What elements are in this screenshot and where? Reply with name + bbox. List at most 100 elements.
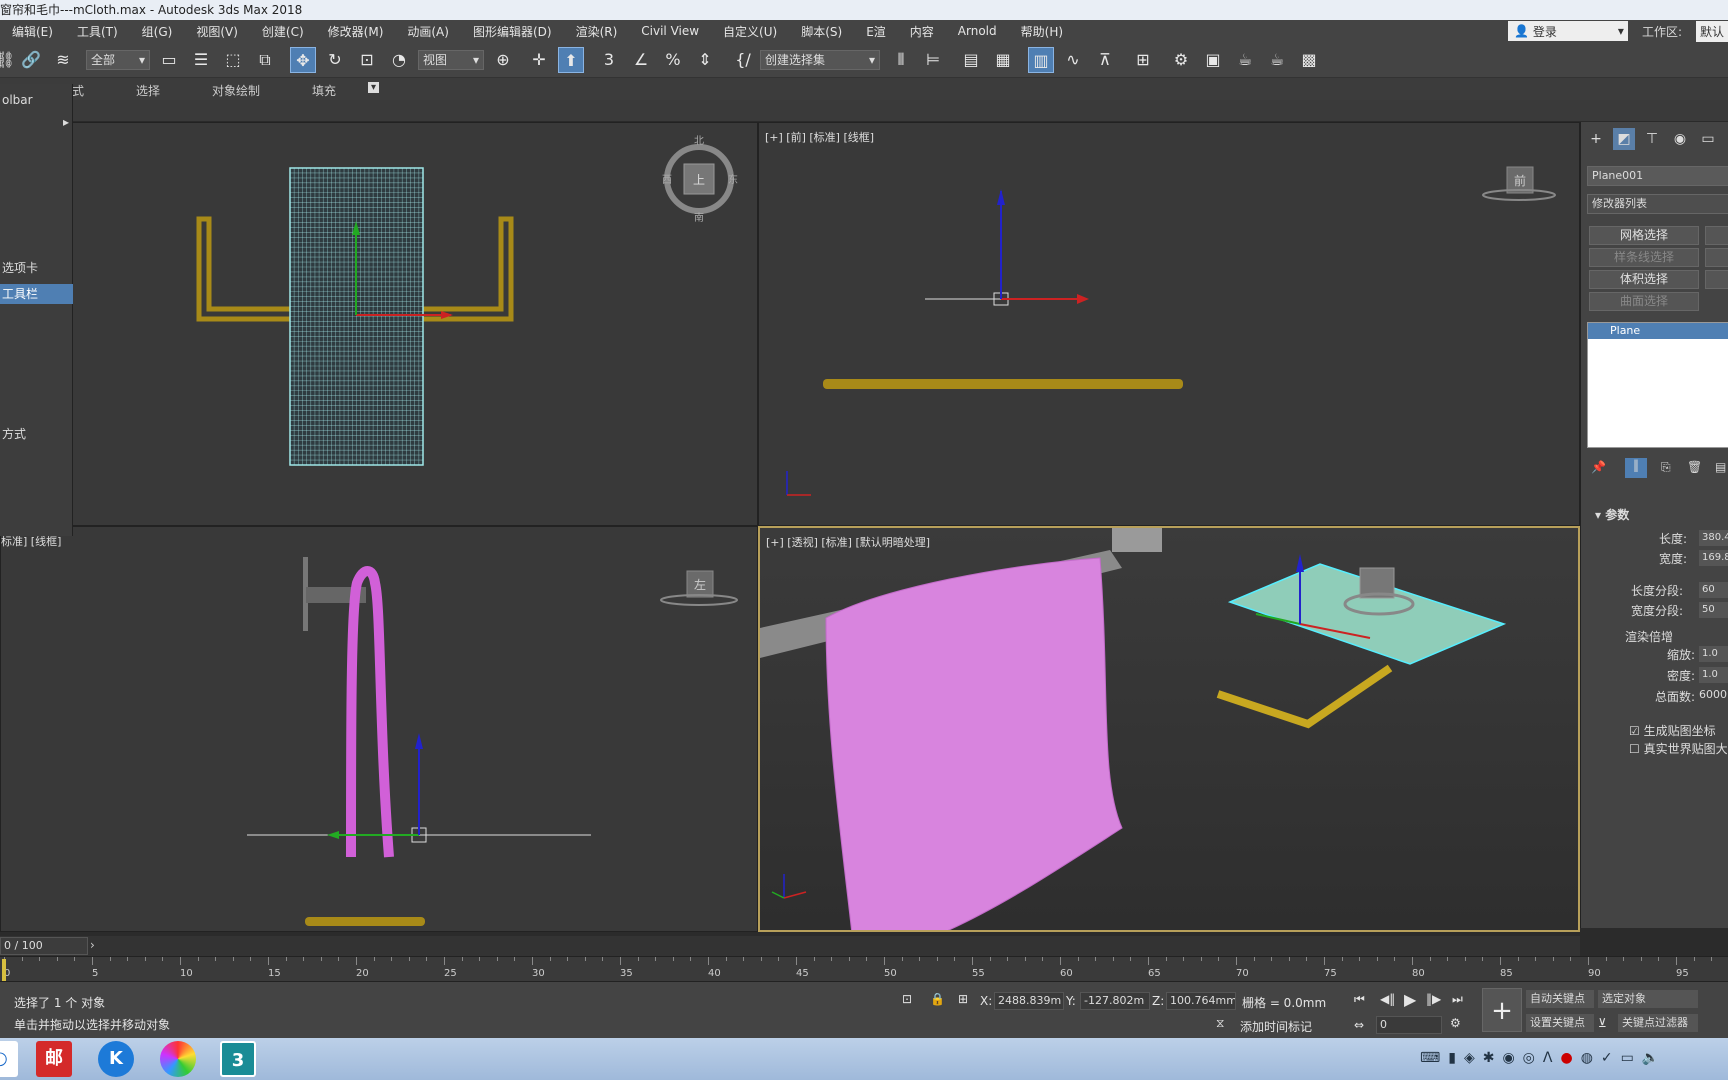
menu-arnold[interactable]: Arnold bbox=[946, 24, 1009, 38]
time-slider[interactable]: 0 / 100 bbox=[0, 937, 88, 955]
window-crossing-icon[interactable]: ⧉ bbox=[252, 47, 278, 73]
next-frame-icon[interactable]: ‖▶ bbox=[1426, 992, 1441, 1006]
menu-animation[interactable]: 动画(A) bbox=[395, 23, 461, 40]
key-mode-icon[interactable]: ⇔ bbox=[1354, 1018, 1364, 1032]
workspace-value[interactable]: 默认 bbox=[1695, 20, 1728, 42]
ribbon-tab-selection[interactable]: 选择 bbox=[136, 82, 160, 99]
percent-snap-icon[interactable]: % bbox=[660, 47, 686, 73]
render-production-icon[interactable]: ☕ bbox=[1232, 47, 1258, 73]
render-iterative-icon[interactable]: ☕ bbox=[1264, 47, 1290, 73]
set-key-mode-button[interactable]: 设置关键点 bbox=[1526, 1014, 1594, 1032]
scene-explorer-icon[interactable]: ▤ bbox=[958, 47, 984, 73]
ribbon-tab-object-paint[interactable]: 对象绘制 bbox=[212, 82, 260, 99]
selected-object-dropdown[interactable]: 选定对象 bbox=[1598, 990, 1698, 1008]
select-object-icon[interactable]: ▭ bbox=[156, 47, 182, 73]
time-tag-icon[interactable]: ⧖ bbox=[1216, 1016, 1224, 1031]
menu-item-tabs[interactable]: 选项卡 bbox=[0, 258, 73, 278]
login-dropdown[interactable]: 👤 登录 ▾ bbox=[1507, 21, 1628, 41]
tray-app-5-icon[interactable]: ◍ bbox=[1581, 1050, 1593, 1070]
isolate-icon[interactable]: ⊡ bbox=[902, 992, 912, 1006]
rendered-frame-icon[interactable]: ▣ bbox=[1200, 47, 1226, 73]
snaps-toggle-icon[interactable]: 3 bbox=[596, 47, 622, 73]
density-field[interactable]: 1.0 bbox=[1699, 667, 1728, 683]
chevron-right-icon[interactable]: › bbox=[90, 938, 95, 952]
lock-icon[interactable]: 🔒 bbox=[930, 992, 945, 1006]
tray-app-4-icon[interactable]: Λ bbox=[1543, 1050, 1553, 1070]
menu-item-toolbars[interactable]: 工具栏 bbox=[0, 284, 73, 304]
link-icon[interactable]: ⛓ bbox=[0, 47, 18, 73]
rect-selection-icon[interactable]: ⬚ bbox=[220, 47, 246, 73]
absolute-mode-icon[interactable]: ⊞ bbox=[958, 992, 968, 1006]
menu-item-blank[interactable] bbox=[0, 162, 73, 182]
vol-select-button[interactable]: 体积选择 bbox=[1589, 270, 1699, 289]
prev-frame-icon[interactable]: ◀‖ bbox=[1380, 992, 1395, 1006]
spline-select-button[interactable]: 样条线选择 bbox=[1589, 248, 1699, 267]
menu-group[interactable]: 组(G) bbox=[130, 23, 185, 40]
modifier-button-4[interactable] bbox=[1705, 248, 1728, 267]
hierarchy-tab-icon[interactable]: ⊤ bbox=[1641, 128, 1663, 150]
selection-filter-dropdown[interactable]: 全部 bbox=[86, 50, 150, 70]
menu-erender[interactable]: E渲 bbox=[854, 23, 898, 40]
timeline[interactable]: 0 5 10 15 20 25 30 35 40 45 50 55 60 65 70 75 80 85 90 95 bbox=[0, 956, 1728, 982]
taskbar-app-k-icon[interactable]: K bbox=[98, 1041, 134, 1077]
ribbon-tab-populate[interactable]: 填充 bbox=[312, 82, 336, 99]
add-time-tag[interactable]: 添加时间标记 bbox=[1240, 1018, 1312, 1035]
modify-tab-icon[interactable]: ◩ bbox=[1613, 128, 1635, 150]
real-world-checkbox[interactable]: ☐ 真实世界贴图大小 bbox=[1629, 740, 1728, 757]
time-config-icon[interactable]: ⚙ bbox=[1450, 1016, 1461, 1030]
menu-item-mode[interactable]: 方式 bbox=[0, 424, 73, 444]
select-place-icon[interactable]: ◔ bbox=[386, 47, 412, 73]
select-move-icon[interactable]: ✥ bbox=[290, 47, 316, 73]
menu-customize[interactable]: 自定义(U) bbox=[711, 23, 789, 40]
menu-modifiers[interactable]: 修改器(M) bbox=[316, 23, 396, 40]
menu-tools[interactable]: 工具(T) bbox=[65, 23, 130, 40]
remove-modifier-icon[interactable]: 🗑 bbox=[1687, 460, 1702, 474]
tray-app-6-icon[interactable]: ✓ bbox=[1601, 1050, 1613, 1070]
modifier-button-2[interactable] bbox=[1705, 226, 1728, 245]
key-filter-icon[interactable]: ⊻ bbox=[1598, 1016, 1607, 1030]
modifier-button-6[interactable] bbox=[1705, 270, 1728, 289]
align-icon[interactable]: ⊨ bbox=[920, 47, 946, 73]
select-scale-icon[interactable]: ⊡ bbox=[354, 47, 380, 73]
modifier-list-dropdown[interactable]: 修改器列表 bbox=[1587, 194, 1728, 214]
timeline-playhead[interactable] bbox=[2, 959, 6, 981]
menu-civil-view[interactable]: Civil View bbox=[629, 24, 711, 38]
ribbon-toggle-icon[interactable]: ▥ bbox=[1028, 47, 1054, 73]
menu-edit[interactable]: 编辑(E) bbox=[0, 23, 65, 40]
mesh-select-button[interactable]: 网格选择 bbox=[1589, 226, 1699, 245]
ribbon-tab-style[interactable]: 式 bbox=[72, 82, 84, 99]
viewport-left[interactable]: 标准] [线框] 左 bbox=[0, 526, 758, 932]
z-coord-field[interactable]: 100.764mm bbox=[1166, 992, 1236, 1010]
surface-select-button[interactable]: 曲面选择 bbox=[1589, 292, 1699, 311]
volume-icon[interactable]: 🔈 bbox=[1642, 1050, 1659, 1070]
width-segs-field[interactable]: 50 bbox=[1699, 602, 1728, 618]
select-manipulate-icon[interactable]: ✛ bbox=[526, 47, 552, 73]
length-field[interactable]: 380.4 bbox=[1699, 530, 1728, 546]
layer-explorer-icon[interactable]: ▦ bbox=[990, 47, 1016, 73]
menu-rendering[interactable]: 渲染(R) bbox=[564, 23, 630, 40]
select-by-name-icon[interactable]: ☰ bbox=[188, 47, 214, 73]
show-end-result-icon[interactable]: ‖ bbox=[1625, 458, 1647, 478]
named-selection-dropdown[interactable]: 创建选择集 bbox=[760, 50, 880, 70]
stack-item-plane[interactable]: Plane bbox=[1588, 323, 1728, 339]
reference-coordinate-dropdown[interactable]: 视图 bbox=[418, 50, 484, 70]
key-filters-button[interactable]: 关键点过滤器 bbox=[1618, 1014, 1698, 1032]
current-frame-field[interactable]: 0 bbox=[1376, 1016, 1442, 1034]
set-key-button[interactable]: + bbox=[1482, 988, 1522, 1032]
tray-record-icon[interactable]: ● bbox=[1560, 1050, 1572, 1070]
viewport-front[interactable]: [+] [前] [标准] [线框] 前 bbox=[758, 122, 1580, 526]
goto-start-icon[interactable]: ⏮ bbox=[1354, 992, 1365, 1007]
menu-item-toolbar[interactable]: olbar bbox=[0, 90, 73, 110]
unlink-icon[interactable]: 🔗 bbox=[18, 47, 44, 73]
x-coord-field[interactable]: 2488.839m bbox=[994, 992, 1064, 1010]
scale-field[interactable]: 1.0 bbox=[1699, 646, 1728, 662]
taskbar-app-browser-icon[interactable] bbox=[160, 1041, 196, 1077]
y-coord-field[interactable]: -127.802m bbox=[1080, 992, 1150, 1010]
tray-app-icon[interactable]: ✱ bbox=[1483, 1050, 1495, 1070]
object-name-field[interactable]: Plane001 bbox=[1587, 166, 1728, 186]
gen-uv-checkbox[interactable]: ☑ 生成贴图坐标 bbox=[1629, 722, 1716, 739]
material-editor-icon[interactable]: ⊞ bbox=[1130, 47, 1156, 73]
menu-scripting[interactable]: 脚本(S) bbox=[789, 23, 854, 40]
auto-key-button[interactable]: 自动关键点 bbox=[1526, 990, 1594, 1008]
select-rotate-icon[interactable]: ↻ bbox=[322, 47, 348, 73]
